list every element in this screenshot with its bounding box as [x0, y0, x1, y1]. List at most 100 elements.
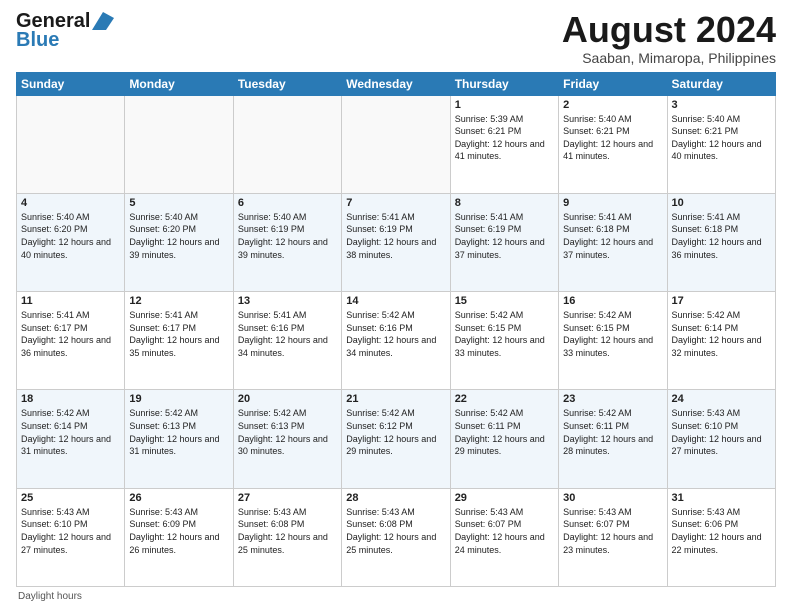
day-number: 11: [21, 295, 120, 307]
day-number: 3: [672, 99, 771, 111]
calendar-cell-day-7: 7 Sunrise: 5:41 AM Sunset: 6:19 PM Daylig…: [342, 193, 450, 291]
calendar-cell-day-9: 9Sunrise: 5:41 AM Sunset: 6:18 PM Daylig…: [559, 193, 667, 291]
col-tuesday: Tuesday: [233, 72, 341, 95]
title-block: August 2024 Saaban, Mimaropa, Philippine…: [562, 10, 776, 66]
day-number: 1: [455, 99, 554, 111]
day-info: Sunrise: 5:41 AM Sunset: 6:18 PM Dayligh…: [563, 211, 662, 261]
day-info: Sunrise: 5:42 AM Sunset: 6:11 PM Dayligh…: [455, 407, 554, 457]
calendar-cell-day-11: 11 Sunrise: 5:41 AM Sunset: 6:17 PM Dayli…: [17, 292, 125, 390]
col-sunday: Sunday: [17, 72, 125, 95]
day-number: 19: [129, 393, 228, 405]
day-info: Sunrise: 5:42 AM Sunset: 6:14 PM Dayligh…: [672, 309, 771, 359]
day-info: Sunrise: 5:41 AM Sunset: 6:18 PM Dayligh…: [672, 211, 771, 261]
day-number: 18: [21, 393, 120, 405]
day-number: 7: [346, 197, 445, 209]
day-number: 15: [455, 295, 554, 307]
day-info: Sunrise: 5:43 AM Sunset: 6:10 PM Dayligh…: [672, 407, 771, 457]
day-number: 27: [238, 492, 337, 504]
col-monday: Monday: [125, 72, 233, 95]
day-number: 26: [129, 492, 228, 504]
calendar-cell-day-24: 24 Sunrise: 5:43 AM Sunset: 6:10 PM Dayli…: [667, 390, 775, 488]
calendar-cell-day-4: 4 Sunrise: 5:40 AM Sunset: 6:20 PM Daylig…: [17, 193, 125, 291]
location: Saaban, Mimaropa, Philippines: [562, 50, 776, 66]
day-number: 14: [346, 295, 445, 307]
col-friday: Friday: [559, 72, 667, 95]
calendar-week-2: 4 Sunrise: 5:40 AM Sunset: 6:20 PM Daylig…: [17, 193, 776, 291]
day-number: 30: [563, 492, 662, 504]
calendar-cell-empty: [17, 95, 125, 193]
calendar-cell-day-26: 26 Sunrise: 5:43 AM Sunset: 6:09 PM Dayli…: [125, 488, 233, 586]
calendar-cell-day-27: 27 Sunrise: 5:43 AM Sunset: 6:08 PM Dayli…: [233, 488, 341, 586]
calendar-week-4: 18 Sunrise: 5:42 AM Sunset: 6:14 PM Dayli…: [17, 390, 776, 488]
calendar-cell-day-14: 14 Sunrise: 5:42 AM Sunset: 6:16 PM Dayli…: [342, 292, 450, 390]
calendar-cell-day-16: 16 Sunrise: 5:42 AM Sunset: 6:15 PM Dayli…: [559, 292, 667, 390]
day-info: Sunrise: 5:41 AM Sunset: 6:16 PM Dayligh…: [238, 309, 337, 359]
calendar-cell-empty: [125, 95, 233, 193]
col-wednesday: Wednesday: [342, 72, 450, 95]
logo: General Blue: [16, 10, 114, 52]
calendar-week-5: 25 Sunrise: 5:43 AM Sunset: 6:10 PM Dayli…: [17, 488, 776, 586]
calendar-cell-day-2: 2 Sunrise: 5:40 AM Sunset: 6:21 PM Daylig…: [559, 95, 667, 193]
day-number: 23: [563, 393, 662, 405]
day-number: 29: [455, 492, 554, 504]
day-info: Sunrise: 5:42 AM Sunset: 6:13 PM Dayligh…: [129, 407, 228, 457]
day-info: Sunrise: 5:42 AM Sunset: 6:15 PM Dayligh…: [563, 309, 662, 359]
day-number: 12: [129, 295, 228, 307]
day-info: Sunrise: 5:42 AM Sunset: 6:16 PM Dayligh…: [346, 309, 445, 359]
day-info: Sunrise: 5:42 AM Sunset: 6:14 PM Dayligh…: [21, 407, 120, 457]
day-info: Sunrise: 5:41 AM Sunset: 6:19 PM Dayligh…: [346, 211, 445, 261]
calendar-cell-day-17: 17Sunrise: 5:42 AM Sunset: 6:14 PM Dayli…: [667, 292, 775, 390]
day-number: 2: [563, 99, 662, 111]
day-number: 16: [563, 295, 662, 307]
day-number: 8: [455, 197, 554, 209]
day-info: Sunrise: 5:40 AM Sunset: 6:21 PM Dayligh…: [672, 113, 771, 163]
calendar-cell-day-21: 21 Sunrise: 5:42 AM Sunset: 6:12 PM Dayli…: [342, 390, 450, 488]
logo-blue: Blue: [16, 29, 59, 52]
calendar-cell-day-6: 6Sunrise: 5:40 AM Sunset: 6:19 PM Daylig…: [233, 193, 341, 291]
day-number: 28: [346, 492, 445, 504]
calendar-week-1: 1 Sunrise: 5:39 AM Sunset: 6:21 PM Daylig…: [17, 95, 776, 193]
day-info: Sunrise: 5:42 AM Sunset: 6:12 PM Dayligh…: [346, 407, 445, 457]
day-number: 10: [672, 197, 771, 209]
footer-label: Daylight hours: [18, 591, 82, 602]
day-info: Sunrise: 5:39 AM Sunset: 6:21 PM Dayligh…: [455, 113, 554, 163]
day-info: Sunrise: 5:41 AM Sunset: 6:17 PM Dayligh…: [129, 309, 228, 359]
header: General Blue August 2024 Saaban, Mimarop…: [16, 10, 776, 66]
calendar-table: Sunday Monday Tuesday Wednesday Thursday…: [16, 72, 776, 587]
col-saturday: Saturday: [667, 72, 775, 95]
day-number: 20: [238, 393, 337, 405]
day-number: 22: [455, 393, 554, 405]
day-info: Sunrise: 5:40 AM Sunset: 6:20 PM Dayligh…: [21, 211, 120, 261]
calendar-cell-day-22: 22 Sunrise: 5:42 AM Sunset: 6:11 PM Dayli…: [450, 390, 558, 488]
day-info: Sunrise: 5:41 AM Sunset: 6:17 PM Dayligh…: [21, 309, 120, 359]
day-info: Sunrise: 5:43 AM Sunset: 6:10 PM Dayligh…: [21, 506, 120, 556]
day-info: Sunrise: 5:42 AM Sunset: 6:15 PM Dayligh…: [455, 309, 554, 359]
calendar-cell-day-31: 31Sunrise: 5:43 AM Sunset: 6:06 PM Dayli…: [667, 488, 775, 586]
day-number: 31: [672, 492, 771, 504]
calendar-cell-day-8: 8 Sunrise: 5:41 AM Sunset: 6:19 PM Daylig…: [450, 193, 558, 291]
day-number: 6: [238, 197, 337, 209]
calendar-cell-day-18: 18 Sunrise: 5:42 AM Sunset: 6:14 PM Dayli…: [17, 390, 125, 488]
calendar-cell-day-25: 25 Sunrise: 5:43 AM Sunset: 6:10 PM Dayli…: [17, 488, 125, 586]
day-number: 4: [21, 197, 120, 209]
day-info: Sunrise: 5:43 AM Sunset: 6:08 PM Dayligh…: [238, 506, 337, 556]
page: General Blue August 2024 Saaban, Mimarop…: [0, 0, 792, 612]
day-info: Sunrise: 5:43 AM Sunset: 6:07 PM Dayligh…: [563, 506, 662, 556]
month-year: August 2024: [562, 10, 776, 50]
calendar-cell-day-29: 29 Sunrise: 5:43 AM Sunset: 6:07 PM Dayli…: [450, 488, 558, 586]
day-info: Sunrise: 5:43 AM Sunset: 6:07 PM Dayligh…: [455, 506, 554, 556]
day-number: 21: [346, 393, 445, 405]
day-number: 24: [672, 393, 771, 405]
calendar-cell-day-1: 1 Sunrise: 5:39 AM Sunset: 6:21 PM Daylig…: [450, 95, 558, 193]
calendar-cell-day-19: 19 Sunrise: 5:42 AM Sunset: 6:13 PM Dayli…: [125, 390, 233, 488]
day-info: Sunrise: 5:40 AM Sunset: 6:21 PM Dayligh…: [563, 113, 662, 163]
col-thursday: Thursday: [450, 72, 558, 95]
day-info: Sunrise: 5:43 AM Sunset: 6:09 PM Dayligh…: [129, 506, 228, 556]
day-info: Sunrise: 5:41 AM Sunset: 6:19 PM Dayligh…: [455, 211, 554, 261]
calendar-cell-day-3: 3 Sunrise: 5:40 AM Sunset: 6:21 PM Daylig…: [667, 95, 775, 193]
day-number: 25: [21, 492, 120, 504]
calendar-cell-day-5: 5Sunrise: 5:40 AM Sunset: 6:20 PM Daylig…: [125, 193, 233, 291]
footer: Daylight hours: [16, 591, 776, 602]
calendar-cell-day-12: 12 Sunrise: 5:41 AM Sunset: 6:17 PM Dayli…: [125, 292, 233, 390]
day-info: Sunrise: 5:42 AM Sunset: 6:11 PM Dayligh…: [563, 407, 662, 457]
